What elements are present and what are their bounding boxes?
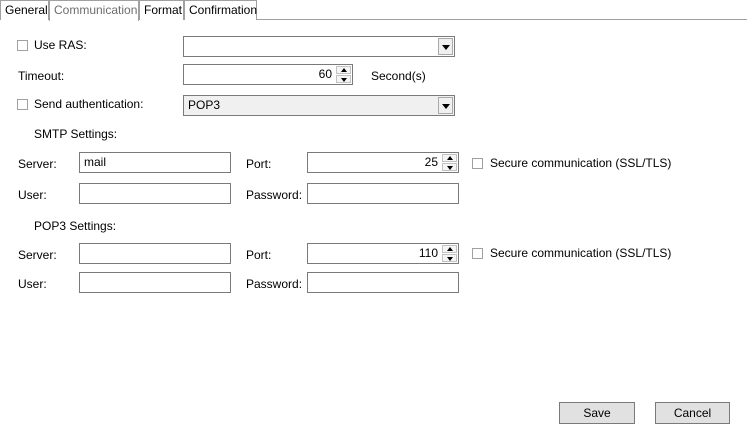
- authentication-method-value: POP3: [188, 98, 221, 112]
- pop3-secure-label: Secure communication (SSL/TLS): [490, 246, 672, 260]
- send-authentication-label: Send authentication:: [34, 97, 144, 111]
- smtp-server-input[interactable]: mail: [79, 152, 231, 173]
- smtp-port-stepper[interactable]: 25: [307, 152, 459, 173]
- use-ras-checkbox[interactable]: [17, 40, 28, 51]
- spin-up-icon[interactable]: [442, 154, 457, 162]
- pop3-user-label: User:: [18, 277, 47, 291]
- pop3-port-spin[interactable]: [442, 245, 457, 262]
- pop3-port-value: 110: [418, 246, 438, 260]
- save-button[interactable]: Save: [559, 402, 635, 424]
- use-ras-label: Use RAS:: [34, 38, 87, 52]
- chevron-down-icon[interactable]: [438, 97, 453, 114]
- pop3-server-input[interactable]: [79, 243, 231, 264]
- chevron-down-icon[interactable]: [438, 38, 453, 55]
- spin-up-icon[interactable]: [442, 245, 457, 253]
- pop3-settings-heading: POP3 Settings:: [34, 219, 117, 233]
- cancel-button[interactable]: Cancel: [655, 402, 730, 424]
- timeout-spin[interactable]: [336, 66, 351, 83]
- pop3-password-label: Password:: [246, 277, 303, 291]
- timeout-stepper[interactable]: 60: [183, 64, 353, 85]
- pop3-port-stepper[interactable]: 110: [307, 243, 459, 264]
- tab-format[interactable]: Format: [139, 0, 184, 20]
- tab-general[interactable]: General: [0, 0, 49, 20]
- smtp-port-label: Port:: [246, 157, 272, 171]
- spin-down-icon[interactable]: [442, 163, 457, 171]
- smtp-server-label: Server:: [18, 157, 57, 171]
- send-authentication-checkbox[interactable]: [17, 99, 28, 110]
- smtp-password-input[interactable]: [307, 183, 459, 204]
- tab-communication[interactable]: Communication: [49, 0, 139, 21]
- pop3-port-label: Port:: [246, 248, 272, 262]
- timeout-label: Timeout:: [18, 69, 65, 83]
- spin-down-icon[interactable]: [442, 254, 457, 262]
- pop3-secure-checkbox[interactable]: [472, 248, 483, 259]
- tab-confirmation[interactable]: Confirmation: [184, 0, 257, 20]
- authentication-method-select[interactable]: POP3: [183, 95, 455, 116]
- spin-down-icon[interactable]: [336, 75, 351, 83]
- pop3-user-input[interactable]: [79, 272, 231, 293]
- pop3-server-label: Server:: [18, 248, 57, 262]
- timeout-value: 60: [318, 67, 332, 81]
- smtp-settings-heading: SMTP Settings:: [34, 127, 118, 141]
- smtp-user-input[interactable]: [79, 183, 231, 204]
- tab-strip: General Communication Format Confirmatio…: [0, 0, 747, 21]
- timeout-unit: Second(s): [371, 69, 426, 83]
- smtp-secure-checkbox[interactable]: [472, 158, 483, 169]
- smtp-user-label: User:: [18, 188, 47, 202]
- smtp-password-label: Password:: [246, 188, 303, 202]
- pop3-password-input[interactable]: [307, 272, 459, 293]
- ras-connection-select[interactable]: [183, 36, 455, 57]
- spin-up-icon[interactable]: [336, 66, 351, 74]
- smtp-secure-label: Secure communication (SSL/TLS): [490, 156, 672, 170]
- smtp-port-spin[interactable]: [442, 154, 457, 171]
- smtp-port-value: 25: [424, 155, 438, 169]
